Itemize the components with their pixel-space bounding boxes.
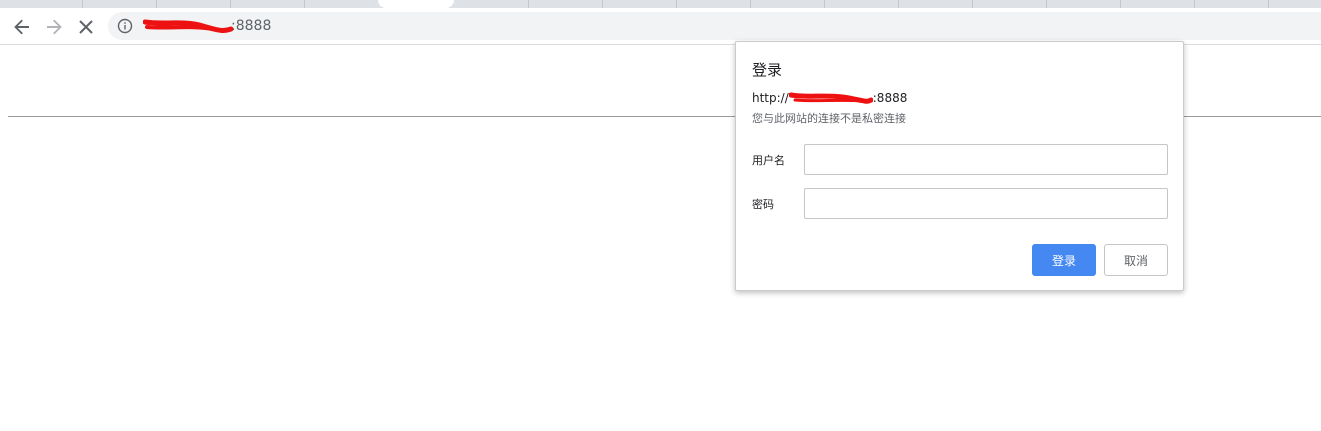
origin-port: :8888: [872, 91, 908, 105]
username-label: 用户名: [752, 154, 785, 167]
browser-tab[interactable]: [230, 0, 305, 8]
info-icon[interactable]: [117, 18, 133, 34]
connection-warning: 您与此网站的连接不是私密连接: [752, 112, 906, 125]
browser-tab[interactable]: [1120, 0, 1195, 8]
username-input[interactable]: [804, 144, 1168, 175]
password-label: 密码: [752, 198, 774, 211]
password-input[interactable]: [804, 188, 1168, 219]
browser-toolbar: :8888: [0, 8, 1321, 44]
back-button[interactable]: [8, 13, 36, 41]
browser-tab[interactable]: [676, 0, 751, 8]
browser-tab[interactable]: [528, 0, 603, 8]
arrow-right-icon: [47, 19, 62, 35]
stop-loading-button[interactable]: [72, 13, 100, 41]
browser-tab-active[interactable]: [378, 0, 454, 8]
browser-tab[interactable]: [82, 0, 157, 8]
tab-strip: [0, 0, 1321, 8]
browser-tab[interactable]: [750, 0, 825, 8]
browser-tab[interactable]: [454, 0, 529, 8]
dialog-title: 登录: [752, 61, 783, 79]
browser-tab[interactable]: [972, 0, 1047, 8]
browser-tab[interactable]: [1194, 0, 1269, 8]
login-button[interactable]: 登录: [1032, 244, 1096, 276]
address-bar[interactable]: :8888: [108, 12, 1321, 40]
redacted-host: [143, 17, 233, 35]
browser-tab[interactable]: [602, 0, 677, 8]
origin-scheme: http://: [752, 91, 789, 105]
browser-tab[interactable]: [0, 0, 83, 8]
browser-tab[interactable]: [156, 0, 231, 8]
browser-tab[interactable]: [1046, 0, 1121, 8]
url-text[interactable]: :8888: [143, 17, 271, 35]
close-icon: [79, 20, 93, 34]
http-auth-dialog: 登录 http:// :8888 您与此网站的连接不是私密连接 用户名 密码 登录…: [735, 41, 1184, 291]
browser-tab[interactable]: [898, 0, 973, 8]
cancel-button[interactable]: 取消: [1104, 244, 1168, 276]
browser-tab[interactable]: [824, 0, 899, 8]
url-port: :8888: [231, 18, 272, 34]
forward-button[interactable]: [40, 13, 68, 41]
dialog-origin: http:// :8888: [752, 90, 907, 106]
redacted-host: [788, 90, 873, 106]
browser-tab[interactable]: [304, 0, 378, 8]
browser-tab[interactable]: [1268, 0, 1321, 8]
arrow-left-icon: [14, 19, 29, 35]
